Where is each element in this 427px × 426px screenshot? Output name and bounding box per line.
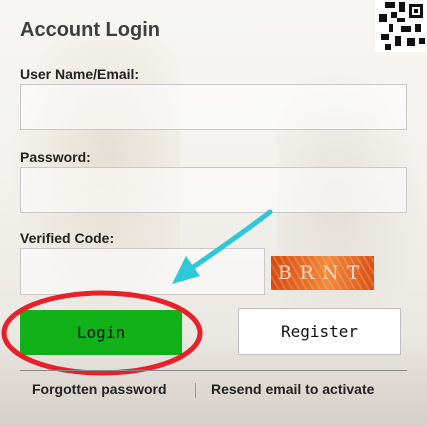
divider: [20, 370, 407, 371]
forgotten-password-link[interactable]: Forgotten password: [32, 381, 167, 397]
qr-code-icon[interactable]: [375, 0, 427, 52]
register-button[interactable]: Register: [238, 308, 401, 355]
login-button[interactable]: Login: [20, 310, 182, 355]
resend-activation-link[interactable]: Resend email to activate: [211, 381, 374, 397]
captcha-image[interactable]: BRNT: [271, 256, 374, 290]
username-label: User Name/Email:: [20, 66, 140, 82]
captcha-text: BRNT: [277, 262, 368, 284]
verified-code-input[interactable]: [20, 248, 265, 295]
page-title: Account Login: [20, 19, 160, 41]
link-separator: [195, 383, 196, 398]
username-input[interactable]: [20, 84, 407, 130]
password-label: Password:: [20, 149, 91, 165]
password-input[interactable]: [20, 167, 407, 213]
verified-code-label: Verified Code:: [20, 230, 115, 246]
